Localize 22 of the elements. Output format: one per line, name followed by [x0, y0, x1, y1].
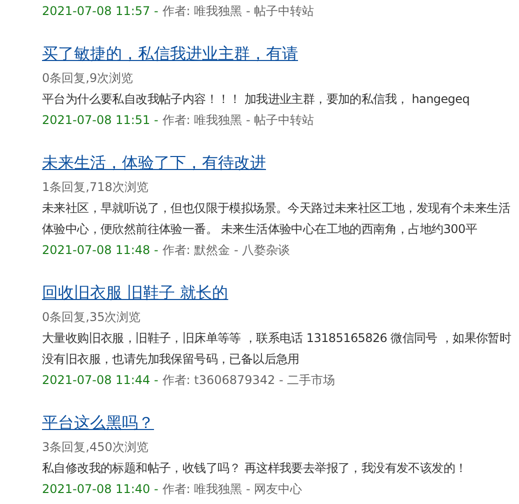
- post-title-link[interactable]: 买了敏捷的，私信我进业主群，有请: [42, 42, 298, 66]
- post-excerpt: 未来社区，早就听说了，但也仅限于模拟场景。今天路过未来社区工地，发现有个未来生活体验中心，便欣然前往体验一番。 未来生活体验中心在工地的西南角，占地约300平: [42, 200, 512, 238]
- post-title-link[interactable]: 回收旧衣服 旧鞋子 就长的: [42, 281, 228, 305]
- post-stats: 0条回复,35次浏览: [42, 309, 142, 326]
- post-author-forum: 作者: t3606879342 - 二手市场: [162, 372, 336, 389]
- post-title-link[interactable]: 未来生活，体验了下，有待改进: [42, 151, 266, 175]
- post-author-forum: 作者: 默然金 - 八婺杂谈: [162, 242, 290, 259]
- post-date: 2021-07-08 11:40 -: [42, 481, 158, 498]
- post-date: 2021-07-08 11:51 -: [42, 112, 158, 129]
- post-date: 2021-07-08 11:48 -: [42, 242, 158, 259]
- post-excerpt: 大量收购旧衣服，旧鞋子，旧床单等等 ，联系电话 13185165826 微信同号 ，如果你暂时没有旧衣服，也请先加我保留号码，已备以后急用: [42, 330, 512, 368]
- post-date: 2021-07-08 11:57 -: [42, 3, 158, 20]
- post-excerpt: 私自修改我的标题和帖子，收钱了吗？ 再这样我要去举报了，我没有发不该发的！: [42, 460, 468, 477]
- post-title-link[interactable]: 平台这么黑吗？: [42, 411, 154, 435]
- post-author-forum: 作者: 唯我独黑 - 帖子中转站: [162, 112, 314, 129]
- post-author-forum: 作者: 唯我独黑 - 帖子中转站: [162, 3, 314, 20]
- post-author-forum: 作者: 唯我独黑 - 网友中心: [162, 481, 302, 498]
- post-date: 2021-07-08 11:44 -: [42, 372, 158, 389]
- post-stats: 0条回复,9次浏览: [42, 70, 134, 87]
- post-stats: 3条回复,450次浏览: [42, 439, 150, 456]
- post-stats: 1条回复,718次浏览: [42, 179, 150, 196]
- post-excerpt: 平台为什么要私自改我帖子内容！！！ 加我进业主群，要加的私信我， hangegeq: [42, 91, 471, 108]
